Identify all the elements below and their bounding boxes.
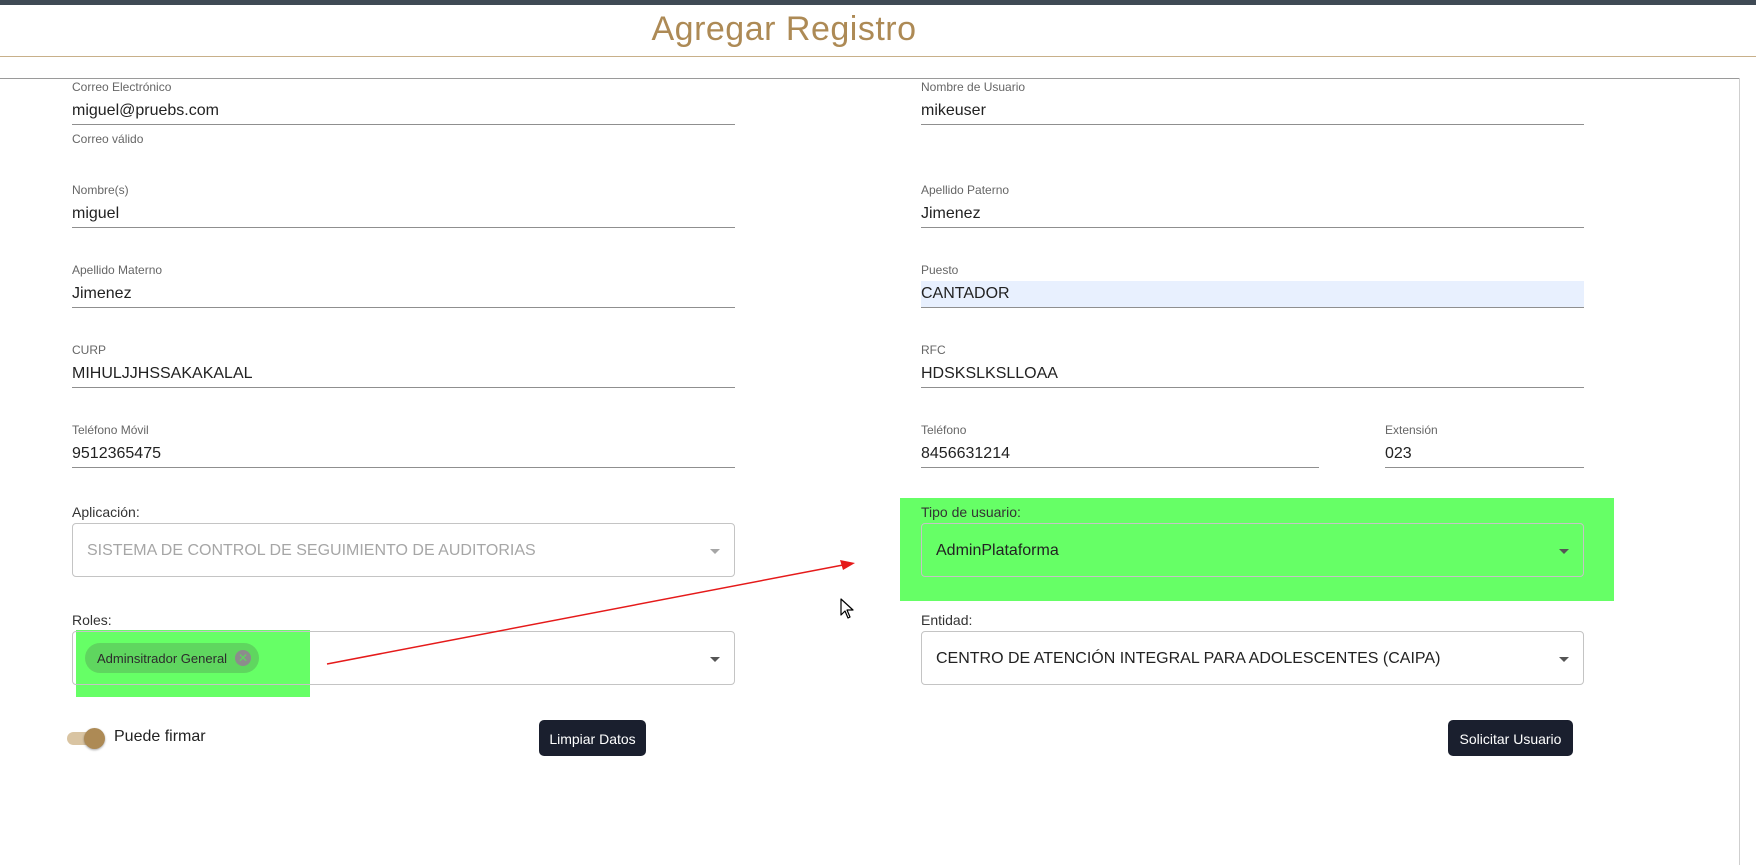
entity-select[interactable]: CENTRO DE ATENCIÓN INTEGRAL PARA ADOLESC…: [921, 631, 1584, 685]
rfc-field: RFC: [921, 343, 1584, 391]
last-name-maternal-input[interactable]: [72, 281, 735, 308]
roles-select[interactable]: Adminsitrador General ✕: [72, 631, 735, 685]
position-label: Puesto: [921, 263, 959, 277]
chevron-down-icon: [1559, 549, 1569, 554]
phone-label: Teléfono: [921, 423, 967, 437]
annotation-arrow-head: [840, 560, 855, 570]
toggle-thumb: [84, 728, 105, 749]
mobile-input[interactable]: [72, 441, 735, 468]
extension-field: Extensión: [1385, 423, 1584, 471]
extension-label: Extensión: [1385, 423, 1438, 437]
roles-label: Roles:: [72, 612, 112, 628]
application-value: SISTEMA DE CONTROL DE SEGUIMIENTO DE AUD…: [87, 542, 536, 559]
username-label: Nombre de Usuario: [921, 80, 1026, 94]
user-type-select[interactable]: AdminPlataforma: [921, 523, 1584, 577]
last-name-maternal-field: Apellido Materno: [72, 263, 735, 311]
username-field: Nombre de Usuario: [921, 80, 1584, 128]
curp-input[interactable]: [72, 361, 735, 388]
panel-right-border: [1739, 78, 1740, 865]
entity-value: CENTRO DE ATENCIÓN INTEGRAL PARA ADOLESC…: [936, 650, 1441, 667]
email-field: Correo Electrónico: [72, 80, 735, 128]
email-helper-text: Correo válido: [72, 132, 144, 146]
can-sign-toggle[interactable]: [67, 727, 105, 749]
first-name-input[interactable]: [72, 201, 735, 228]
rfc-label: RFC: [921, 343, 946, 357]
email-input[interactable]: [72, 98, 735, 125]
extension-input[interactable]: [1385, 441, 1584, 468]
last-name-maternal-label: Apellido Materno: [72, 263, 163, 277]
last-name-paternal-input[interactable]: [921, 201, 1584, 228]
top-bar: [0, 0, 1756, 5]
phone-field: Teléfono: [921, 423, 1319, 471]
mobile-label: Teléfono Móvil: [72, 423, 149, 437]
panel-top-border: [0, 78, 1740, 79]
clear-data-button[interactable]: Limpiar Datos: [539, 720, 646, 756]
role-chip: Adminsitrador General ✕: [85, 643, 260, 673]
last-name-paternal-label: Apellido Paterno: [921, 183, 1010, 197]
user-type-value: AdminPlataforma: [936, 542, 1059, 559]
phone-input[interactable]: [921, 441, 1319, 468]
application-select[interactable]: SISTEMA DE CONTROL DE SEGUIMIENTO DE AUD…: [72, 523, 735, 577]
role-chip-label: Adminsitrador General: [97, 650, 228, 666]
can-sign-label: Puede firmar: [114, 728, 206, 745]
last-name-paternal-field: Apellido Paterno: [921, 183, 1584, 231]
close-icon[interactable]: ✕: [235, 650, 252, 666]
position-input[interactable]: [921, 281, 1584, 308]
entity-label: Entidad:: [921, 612, 973, 628]
application-label: Aplicación:: [72, 504, 140, 520]
mouse-cursor-icon: [840, 598, 854, 619]
chevron-down-icon: [710, 657, 720, 662]
rfc-input[interactable]: [921, 361, 1584, 388]
title-divider: [0, 56, 1756, 57]
mobile-field: Teléfono Móvil: [72, 423, 735, 471]
email-label: Correo Electrónico: [72, 80, 172, 94]
chevron-down-icon: [1559, 657, 1569, 662]
first-name-field: Nombre(s): [72, 183, 735, 231]
request-user-button[interactable]: Solicitar Usuario: [1448, 720, 1573, 756]
page-title: Agregar Registro: [651, 10, 917, 48]
first-name-label: Nombre(s): [72, 183, 129, 197]
chevron-down-icon: [710, 549, 720, 554]
user-type-label: Tipo de usuario:: [921, 504, 1021, 520]
position-field: Puesto: [921, 263, 1584, 311]
username-input[interactable]: [921, 98, 1584, 125]
curp-label: CURP: [72, 343, 107, 357]
curp-field: CURP: [72, 343, 735, 391]
